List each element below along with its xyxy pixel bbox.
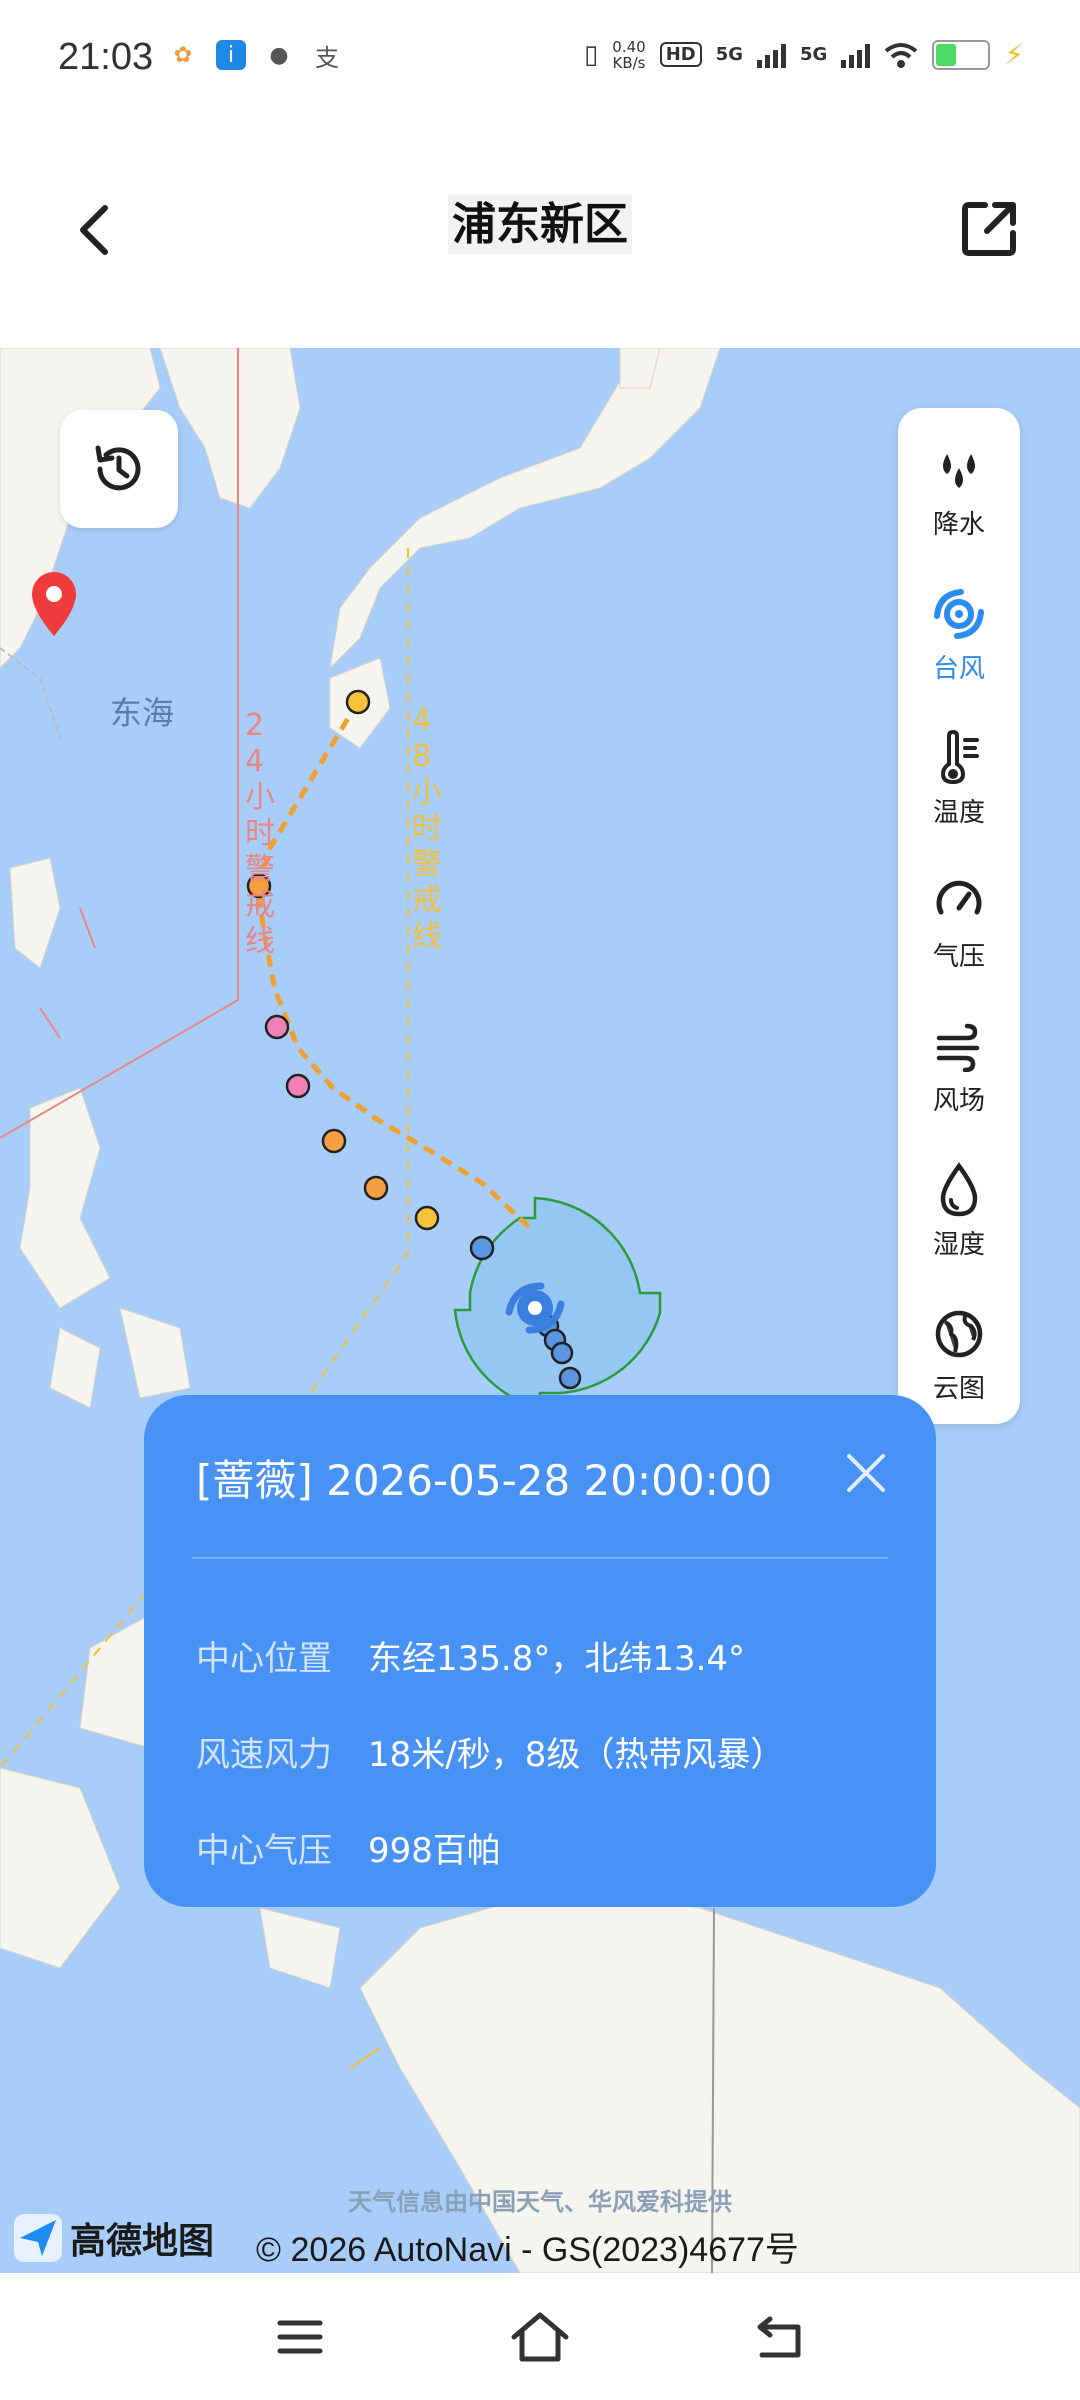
layer-panel: 降水 台风 温度 气压 风场 湿度 云图	[898, 408, 1020, 1424]
layer-wind[interactable]: 风场	[898, 1006, 1020, 1136]
status-time: 21:03	[58, 36, 154, 78]
system-status: ▯ 0.40 KB/s HD 5G 5G ⚡	[584, 38, 1024, 71]
typhoon-title: [蔷薇] 2026-05-28 20:00:00	[196, 1456, 773, 1505]
system-nav-bar	[0, 2273, 1080, 2400]
row-key: 风速风力	[196, 1735, 332, 1775]
alipay-icon: 支	[315, 43, 339, 72]
layer-label: 湿度	[932, 1230, 985, 1260]
layer-label: 风场	[932, 1086, 985, 1116]
wifi-icon	[885, 42, 918, 68]
close-button[interactable]	[836, 1443, 896, 1503]
layer-temperature[interactable]: 温度	[898, 718, 1020, 848]
share-button[interactable]	[950, 188, 1030, 268]
thermometer-icon	[929, 728, 989, 788]
back-nav-button[interactable]	[748, 2305, 812, 2369]
layer-precipitation[interactable]: 降水	[898, 430, 1020, 560]
speed-value: 0.40	[612, 37, 646, 56]
vibrate-icon: ▯	[583, 39, 599, 70]
gauge-icon	[929, 872, 989, 932]
wechat-icon: ●	[269, 42, 289, 68]
droplet-icon	[929, 1160, 989, 1220]
typhoon-info-card: [蔷薇] 2026-05-28 20:00:00 中心位置 东经135.8°，北纬…	[144, 1395, 936, 1907]
pinwheel-app-icon: ✿	[173, 42, 193, 68]
speed-unit: KB/s	[612, 53, 646, 72]
app-header: 浦东新区	[0, 120, 1080, 348]
hd-icon: HD	[659, 42, 702, 67]
globe-icon	[929, 1304, 989, 1364]
row-value: 东经135.8°，北纬13.4°	[368, 1639, 746, 1679]
menu-icon	[277, 2320, 323, 2354]
battery-icon	[932, 39, 991, 70]
close-icon	[847, 1454, 885, 1492]
history-icon	[95, 445, 141, 491]
history-button[interactable]	[60, 410, 178, 528]
layer-typhoon[interactable]: 台风	[898, 574, 1020, 704]
row-key: 中心位置	[196, 1639, 332, 1679]
net2-label: 5G	[800, 44, 828, 65]
layer-label: 降水	[932, 510, 985, 540]
share-external-icon	[962, 202, 1016, 256]
info-row-pressure: 中心气压 998百帕	[196, 1823, 501, 1872]
warning-line-48-label: 48小时警戒线	[412, 703, 442, 954]
info-row-wind: 风速风力 18米/秒，8级（热带风暴）	[196, 1727, 784, 1776]
layer-label: 云图	[932, 1374, 985, 1404]
amap-logo[interactable]: 高德地图	[14, 2212, 214, 2264]
notification-icons: ✿ i ● 支	[168, 40, 342, 72]
location-pin-icon	[32, 572, 76, 636]
layer-pressure[interactable]: 气压	[898, 862, 1020, 992]
status-bar: 21:03 ✿ i ● 支 ▯ 0.40 KB/s HD 5G 5G ⚡	[0, 0, 1080, 120]
warning-line-24-label: 24小时警戒线	[245, 708, 275, 959]
charging-icon: ⚡	[1004, 38, 1024, 71]
network-speed: 0.40 KB/s	[612, 39, 645, 71]
row-value: 998百帕	[368, 1831, 501, 1871]
precipitation-icon	[929, 440, 989, 500]
info-row-position: 中心位置 东经135.8°，北纬13.4°	[196, 1631, 745, 1680]
page-title-text: 浦东新区	[448, 195, 632, 254]
home-icon	[511, 2312, 569, 2362]
layer-label: 台风	[932, 654, 985, 684]
signal-icon-1	[757, 42, 787, 68]
signal-icon-2	[841, 42, 871, 68]
amap-logo-text: 高德地图	[70, 2221, 215, 2262]
row-value: 18米/秒，8级（热带风暴）	[368, 1735, 785, 1775]
info-app-icon: i	[216, 40, 246, 70]
net1-label: 5G	[715, 44, 744, 65]
return-icon	[757, 2316, 801, 2358]
typhoon-icon	[929, 584, 989, 644]
layer-humidity[interactable]: 湿度	[898, 1150, 1020, 1280]
home-nav-button[interactable]	[508, 2305, 572, 2369]
layer-label: 气压	[932, 942, 985, 972]
map-copyright: © 2026 AutoNavi - GS(2023)4677号	[256, 2231, 799, 2269]
layer-label: 温度	[932, 798, 985, 828]
wind-icon	[929, 1016, 989, 1076]
card-divider	[192, 1557, 888, 1559]
amap-logo-icon	[14, 2214, 62, 2262]
menu-nav-button[interactable]	[268, 2305, 332, 2369]
page-title: 浦东新区	[0, 188, 1080, 254]
row-key: 中心气压	[196, 1831, 332, 1871]
east-sea-label: 东海	[110, 694, 175, 732]
